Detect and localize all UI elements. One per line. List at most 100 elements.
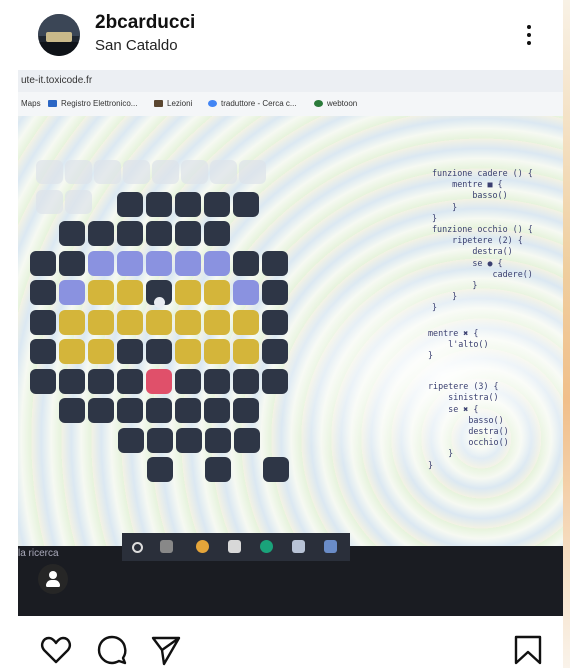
grid-cell: [146, 398, 172, 423]
grid-cell: [146, 339, 172, 364]
game-screen: funzione cadere () { mentre ■ { basso() …: [18, 116, 563, 546]
grid-cell: [204, 309, 230, 335]
start-icon: [132, 542, 143, 553]
grid-cell: [30, 309, 56, 335]
grid-cell: [59, 221, 85, 246]
spotify-icon: [260, 540, 273, 553]
grid-cell: [204, 280, 230, 305]
grid-cell: [117, 221, 143, 246]
code-line: }: [428, 459, 434, 470]
grid-cell: [233, 339, 259, 364]
bookmark-item: traduttore - Cerca c...: [208, 99, 297, 108]
faded-grid-cell: [210, 160, 237, 184]
grid-cell: [146, 309, 172, 335]
grid-cell: [262, 250, 288, 276]
grid-cell: [204, 191, 230, 217]
grid-cell: [233, 398, 259, 423]
taskbar-apps: [122, 533, 350, 561]
code-line: funzione occhio () {: [432, 224, 533, 234]
faded-grid-cell: [239, 160, 266, 184]
grid-cell: [175, 339, 201, 364]
code-line: mentre ■ {: [432, 179, 503, 190]
grid-cell: [30, 339, 56, 364]
post-photo[interactable]: ute-it.toxicode.fr Maps Registro Elettro…: [18, 70, 563, 616]
grid-cell: [234, 427, 260, 453]
bookmark-item: webtoon: [314, 99, 357, 108]
code-line: se ✖ {: [428, 403, 479, 414]
faded-grid-cell: [181, 160, 208, 184]
grid-cell: [204, 250, 230, 276]
avatar[interactable]: [38, 14, 80, 56]
grid-cell: [88, 398, 114, 423]
grid-cell: [117, 368, 143, 394]
grid-cell: [205, 457, 231, 482]
grid-cell: [59, 280, 85, 305]
grid-cell: [117, 280, 143, 305]
bookmark-icon[interactable]: [512, 634, 544, 666]
grid-cell: [88, 368, 114, 394]
grid-cell: [175, 309, 201, 335]
code-line: destra(): [428, 426, 509, 436]
code-line: occhio(): [428, 437, 509, 448]
grid-cell: [204, 398, 230, 423]
code-line: }: [432, 212, 438, 223]
comment-icon[interactable]: [96, 634, 128, 666]
code-line: cadere(): [432, 268, 533, 279]
code-line: }: [432, 201, 458, 212]
taskview-icon: [160, 540, 173, 553]
grid-cell: [117, 309, 143, 335]
faded-grid-cell: [152, 160, 179, 184]
grid-cell: [262, 339, 288, 364]
grid-cell: [204, 339, 230, 364]
user-tag-icon[interactable]: [38, 564, 68, 594]
search-hint: la ricerca: [18, 548, 59, 559]
grid-cell: [59, 368, 85, 394]
action-bar: [0, 626, 570, 668]
grid-cell: [88, 250, 114, 276]
code-line: }: [428, 350, 434, 360]
grid-cell: [117, 339, 143, 364]
bookmark-item: Lezioni: [154, 99, 192, 108]
faded-grid-cell: [36, 189, 63, 214]
browser-url: ute-it.toxicode.fr: [21, 75, 93, 86]
grid-cell: [117, 191, 143, 217]
faded-grid-cell: [94, 160, 121, 184]
grid-cell: [175, 221, 201, 246]
grid-cell: [262, 368, 288, 394]
code-line: sinistra(): [428, 392, 499, 403]
code-line: funzione cadere () {: [432, 168, 533, 178]
grid-cell: [233, 280, 259, 305]
bookmark-item: Registro Elettronico...: [48, 99, 137, 108]
code-line: }: [432, 291, 458, 302]
grid-cell: [117, 250, 143, 276]
folder-icon: [228, 540, 241, 553]
code-line: basso(): [432, 190, 508, 201]
heart-icon[interactable]: [40, 634, 72, 666]
more-options-icon[interactable]: [520, 22, 538, 48]
location[interactable]: San Cataldo: [95, 37, 178, 54]
grid-cell: [30, 368, 56, 394]
code-line: basso(): [428, 414, 504, 425]
grid-cell: [30, 280, 56, 305]
grid-cell: [88, 309, 114, 335]
grid-cell: [88, 280, 114, 305]
grid-cell: [59, 339, 85, 364]
grid-cell: [146, 368, 172, 394]
faded-grid-cell: [36, 160, 63, 184]
code-line: destra(): [432, 246, 513, 257]
username[interactable]: 2bcarducci: [95, 12, 195, 34]
grid-cell: [175, 280, 201, 305]
grid-cell: [175, 191, 201, 217]
grid-cell: [59, 250, 85, 276]
grid-cell: [146, 250, 172, 276]
grid-cell: [233, 250, 259, 276]
app-icon: [324, 540, 337, 553]
grid-cell: [263, 457, 289, 482]
code-line: se ● {: [432, 257, 503, 268]
app-icon: [292, 540, 305, 553]
bookmark-item: Maps: [21, 99, 41, 108]
faded-grid-cell: [65, 189, 92, 214]
browser-tabbar: ute-it.toxicode.fr: [18, 70, 563, 92]
code-line: }: [432, 280, 478, 290]
share-icon[interactable]: [150, 634, 182, 666]
